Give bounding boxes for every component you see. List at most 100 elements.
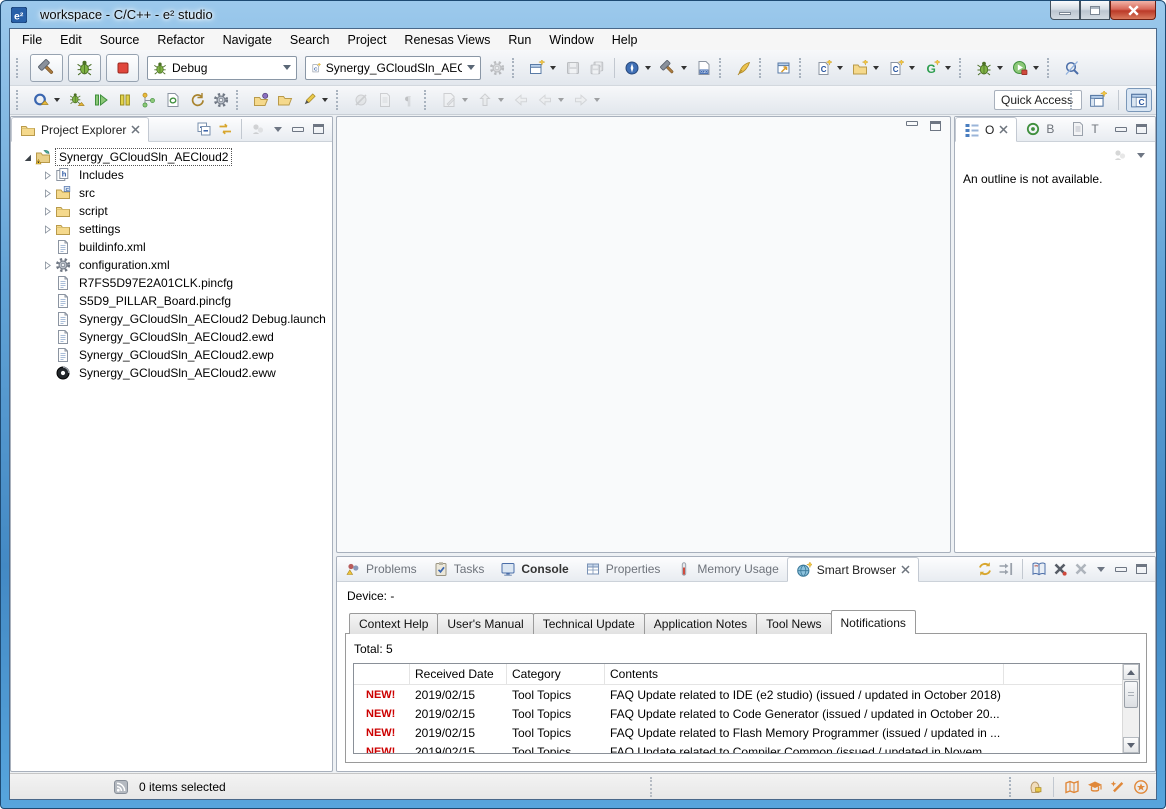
- table-row[interactable]: NEW! 2019/02/15 Tool Topics FAQ Update r…: [354, 704, 1139, 723]
- reset-icon[interactable]: [30, 89, 52, 111]
- tree-item-launch[interactable]: Synergy_GCloudSln_AECloud2 Debug.launch: [11, 310, 332, 328]
- save-all-icon[interactable]: [586, 57, 608, 79]
- toolbar-grip[interactable]: [236, 90, 244, 110]
- column-contents-header[interactable]: Contents: [605, 664, 1004, 684]
- dropdown-arrow-icon[interactable]: [837, 66, 843, 70]
- restart-debug-icon[interactable]: [66, 89, 88, 111]
- tab-outline[interactable]: O: [955, 117, 1017, 142]
- close-button[interactable]: [1110, 1, 1156, 20]
- delete-icon[interactable]: [1051, 560, 1069, 578]
- scrollbar-thumb[interactable]: [1124, 681, 1138, 708]
- expand-arrow-icon[interactable]: [39, 203, 55, 219]
- show-view-window-icon[interactable]: [773, 57, 795, 79]
- tree-item-eww[interactable]: Synergy_GCloudSln_AECloud2.eww: [11, 364, 332, 382]
- column-category-header[interactable]: Category: [507, 664, 605, 684]
- editor-area[interactable]: [336, 116, 951, 553]
- expand-arrow-icon[interactable]: [39, 185, 55, 201]
- menu-navigate[interactable]: Navigate: [214, 31, 281, 49]
- menu-edit[interactable]: Edit: [51, 31, 91, 49]
- build-hammer-icon[interactable]: [657, 57, 679, 79]
- restore-launch-icon[interactable]: [186, 89, 208, 111]
- dropdown-arrow-icon[interactable]: [550, 66, 556, 70]
- toolbar-grip[interactable]: [1070, 90, 1078, 110]
- toolbar-grip[interactable]: [424, 90, 432, 110]
- refresh-snapshot-icon[interactable]: [162, 89, 184, 111]
- dropdown-arrow-icon[interactable]: [997, 66, 1003, 70]
- magic-wand-icon[interactable]: [1109, 778, 1127, 796]
- minimize-view-icon[interactable]: [1115, 567, 1127, 572]
- tab-technical-update[interactable]: Technical Update: [533, 613, 645, 634]
- dropdown-arrow-icon[interactable]: [645, 66, 651, 70]
- tree-item-configuration[interactable]: configuration.xml: [11, 256, 332, 274]
- restore-button[interactable]: [1080, 1, 1110, 20]
- toolbar-grip[interactable]: [336, 90, 344, 110]
- title-bar[interactable]: workspace - C/C++ - e² studio: [1, 1, 1165, 28]
- maximize-view-icon[interactable]: [930, 121, 941, 131]
- tree-item-project[interactable]: Synergy_GCloudSln_AECloud2: [11, 148, 332, 166]
- last-edit-location-icon[interactable]: [438, 89, 460, 111]
- toolbar-grip[interactable]: [799, 58, 807, 78]
- launch-settings-gear-icon[interactable]: [486, 57, 508, 79]
- launch-config-combo[interactable]: Synergy_GCloudSln_AECloud2 Deb: [305, 56, 481, 80]
- tab-templates[interactable]: T: [1062, 117, 1106, 141]
- new-folder-icon[interactable]: [849, 57, 871, 79]
- run-history-icon[interactable]: [1009, 57, 1031, 79]
- maximize-view-icon[interactable]: [313, 124, 324, 134]
- menu-renesas-views[interactable]: Renesas Views: [395, 31, 499, 49]
- vertical-scrollbar[interactable]: [1122, 664, 1139, 753]
- tab-breakpoints[interactable]: B: [1017, 117, 1062, 141]
- scroll-down-arrow[interactable]: [1123, 737, 1139, 753]
- build-button[interactable]: [30, 54, 63, 82]
- flash-programmer-icon[interactable]: [733, 57, 755, 79]
- tab-tasks[interactable]: Tasks: [425, 557, 493, 581]
- expand-arrow-icon[interactable]: [39, 167, 55, 183]
- highlighter-icon[interactable]: [298, 89, 320, 111]
- map-guide-icon[interactable]: [1063, 778, 1081, 796]
- refresh-icon[interactable]: [976, 560, 994, 578]
- whats-new-star-icon[interactable]: [1132, 778, 1150, 796]
- dropdown-arrow-icon[interactable]: [54, 98, 60, 102]
- c-cpp-perspective-button[interactable]: [1126, 88, 1152, 112]
- tab-project-explorer[interactable]: Project Explorer: [11, 117, 149, 142]
- dropdown-arrow-icon[interactable]: [558, 98, 564, 102]
- collapse-all-icon[interactable]: [195, 120, 213, 138]
- toolbar-grip[interactable]: [512, 58, 520, 78]
- menu-search[interactable]: Search: [281, 31, 339, 49]
- dropdown-arrow-icon[interactable]: [1033, 66, 1039, 70]
- tree-item-pincfg-board[interactable]: S5D9_PILLAR_Board.pincfg: [11, 292, 332, 310]
- toolbar-grip[interactable]: [759, 58, 767, 78]
- new-wizard-icon[interactable]: [526, 57, 548, 79]
- dropdown-arrow-icon[interactable]: [322, 98, 328, 102]
- dropdown-arrow-icon[interactable]: [945, 66, 951, 70]
- maximize-view-icon[interactable]: [1136, 564, 1147, 574]
- tab-problems[interactable]: Problems: [337, 557, 425, 581]
- minimize-view-icon[interactable]: [1115, 127, 1127, 132]
- menu-file[interactable]: File: [13, 31, 51, 49]
- skip-all-breakpoints-icon[interactable]: [350, 89, 372, 111]
- menu-window[interactable]: Window: [540, 31, 602, 49]
- tab-properties[interactable]: Properties: [577, 557, 669, 581]
- go-up-icon[interactable]: [474, 89, 496, 111]
- tree-item-script[interactable]: script: [11, 202, 332, 220]
- tab-users-manual[interactable]: User's Manual: [437, 613, 533, 634]
- profile-icon[interactable]: [138, 89, 160, 111]
- tab-tool-news[interactable]: Tool News: [756, 613, 831, 634]
- focus-working-set-icon[interactable]: [249, 120, 267, 138]
- menu-help[interactable]: Help: [603, 31, 647, 49]
- suspend-icon[interactable]: [114, 89, 136, 111]
- close-view-icon[interactable]: [901, 565, 910, 574]
- dropdown-arrow-icon[interactable]: [873, 66, 879, 70]
- menu-run[interactable]: Run: [499, 31, 540, 49]
- tab-memory-usage[interactable]: Memory Usage: [668, 557, 786, 581]
- open-project-icon[interactable]: [250, 89, 272, 111]
- scroll-up-arrow[interactable]: [1123, 664, 1139, 680]
- tree-item-settings[interactable]: settings: [11, 220, 332, 238]
- expand-arrow-icon[interactable]: [39, 221, 55, 237]
- dropdown-arrow-icon[interactable]: [909, 66, 915, 70]
- code-generator-icon[interactable]: [921, 57, 943, 79]
- tree-item-ewd[interactable]: Synergy_GCloudSln_AECloud2.ewd: [11, 328, 332, 346]
- open-folder-icon[interactable]: [274, 89, 296, 111]
- dropdown-arrow-icon[interactable]: [498, 98, 504, 102]
- open-perspective-button[interactable]: [1085, 88, 1111, 112]
- toolbar-grip[interactable]: [1047, 58, 1055, 78]
